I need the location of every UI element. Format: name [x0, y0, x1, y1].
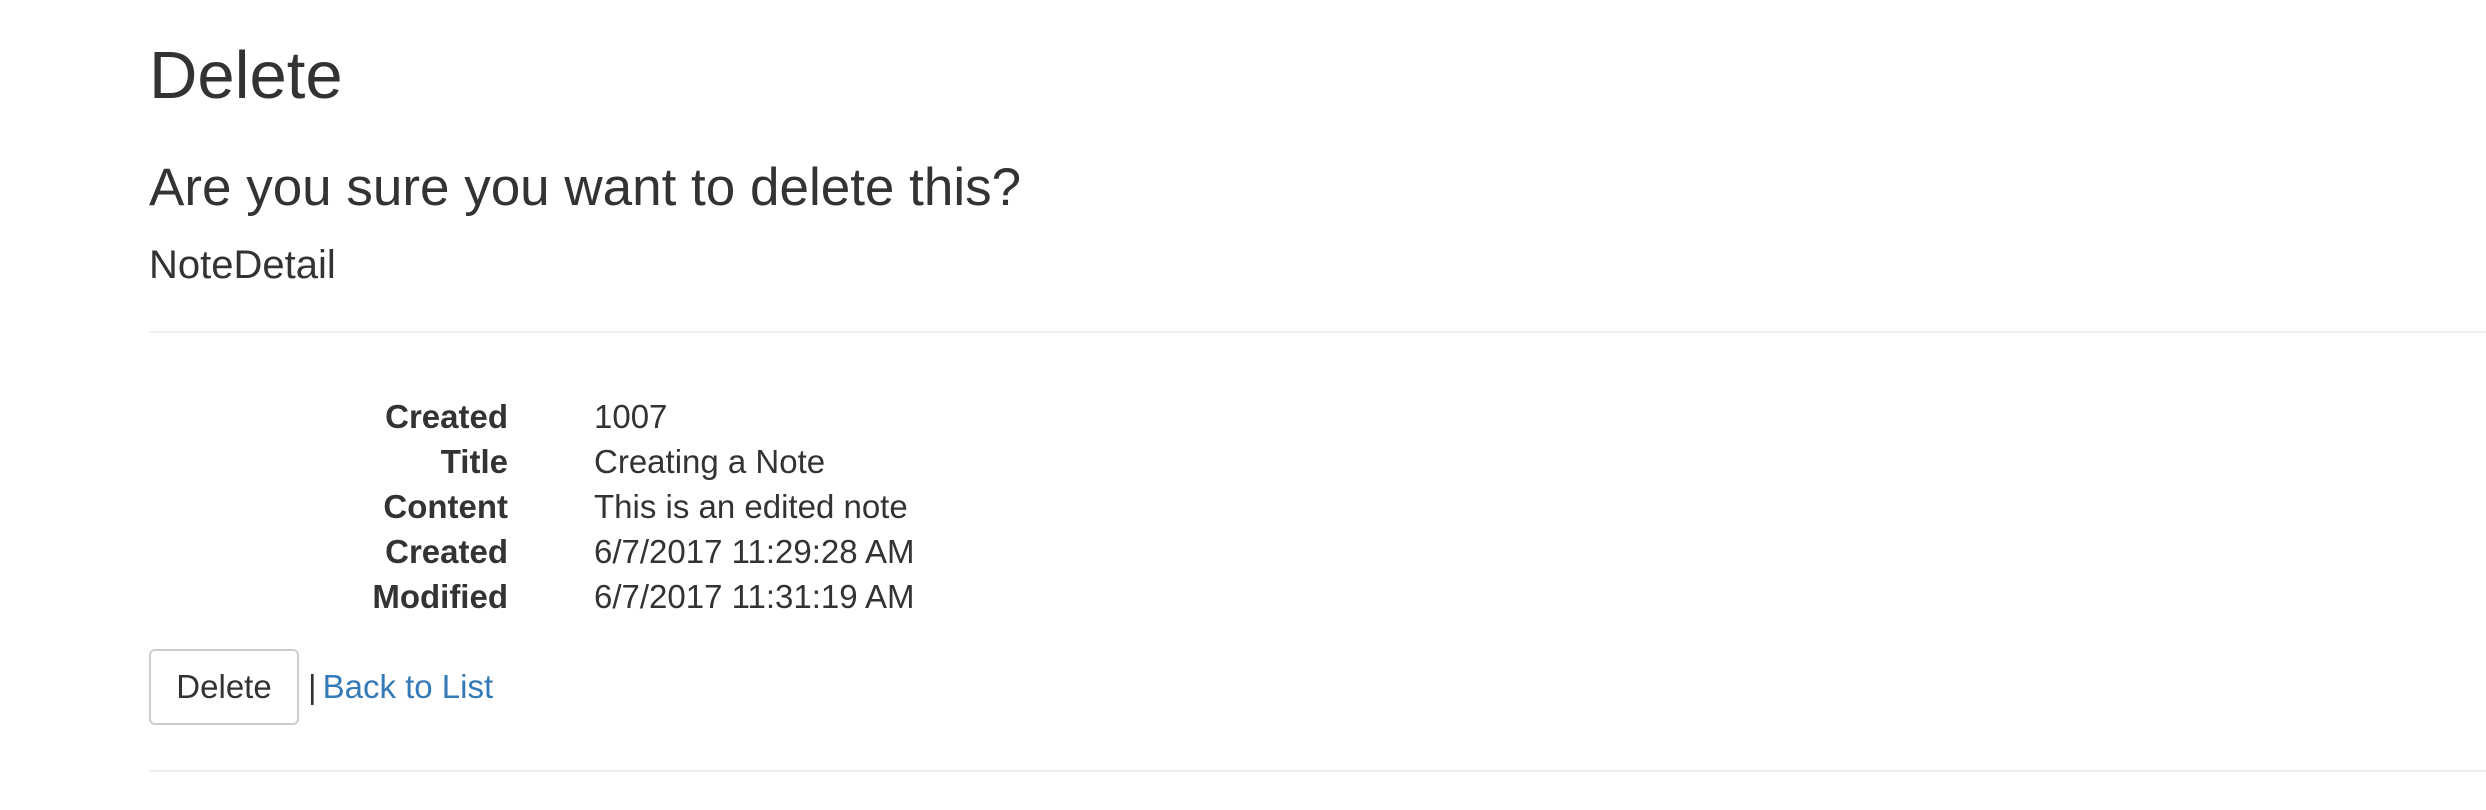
- detail-row-created-date: Created 6/7/2017 11:29:28 AM: [149, 529, 1349, 574]
- divider-top: [149, 331, 2486, 333]
- delete-button[interactable]: Delete: [149, 649, 299, 725]
- detail-row-content: Content This is an edited note: [149, 484, 1349, 529]
- detail-label: Modified: [372, 578, 508, 615]
- detail-value: 6/7/2017 11:31:19 AM: [594, 578, 915, 615]
- detail-row-created-id: Created 1007: [149, 394, 1349, 439]
- detail-label: Content: [383, 488, 508, 525]
- back-to-list-link[interactable]: Back to List: [323, 668, 494, 706]
- model-name: NoteDetail: [149, 243, 336, 287]
- detail-row-modified: Modified 6/7/2017 11:31:19 AM: [149, 574, 1349, 619]
- detail-label: Created: [385, 533, 508, 570]
- page-title: Delete: [149, 38, 343, 113]
- divider-bottom: [149, 770, 2486, 772]
- detail-value: 6/7/2017 11:29:28 AM: [594, 533, 915, 570]
- detail-label: Title: [440, 443, 508, 480]
- detail-label: Created: [385, 398, 508, 435]
- action-separator: |: [308, 668, 317, 705]
- detail-value: 1007: [594, 398, 668, 435]
- detail-value: Creating a Note: [594, 443, 826, 480]
- form-actions: Delete | Back to List: [149, 649, 493, 725]
- page: Delete Are you sure you want to delete t…: [0, 0, 2486, 810]
- detail-value: This is an edited note: [594, 488, 908, 525]
- detail-row-title: Title Creating a Note: [149, 439, 1349, 484]
- confirm-question: Are you sure you want to delete this?: [149, 158, 1022, 217]
- detail-list: Created 1007 Title Creating a Note Conte…: [149, 394, 1349, 619]
